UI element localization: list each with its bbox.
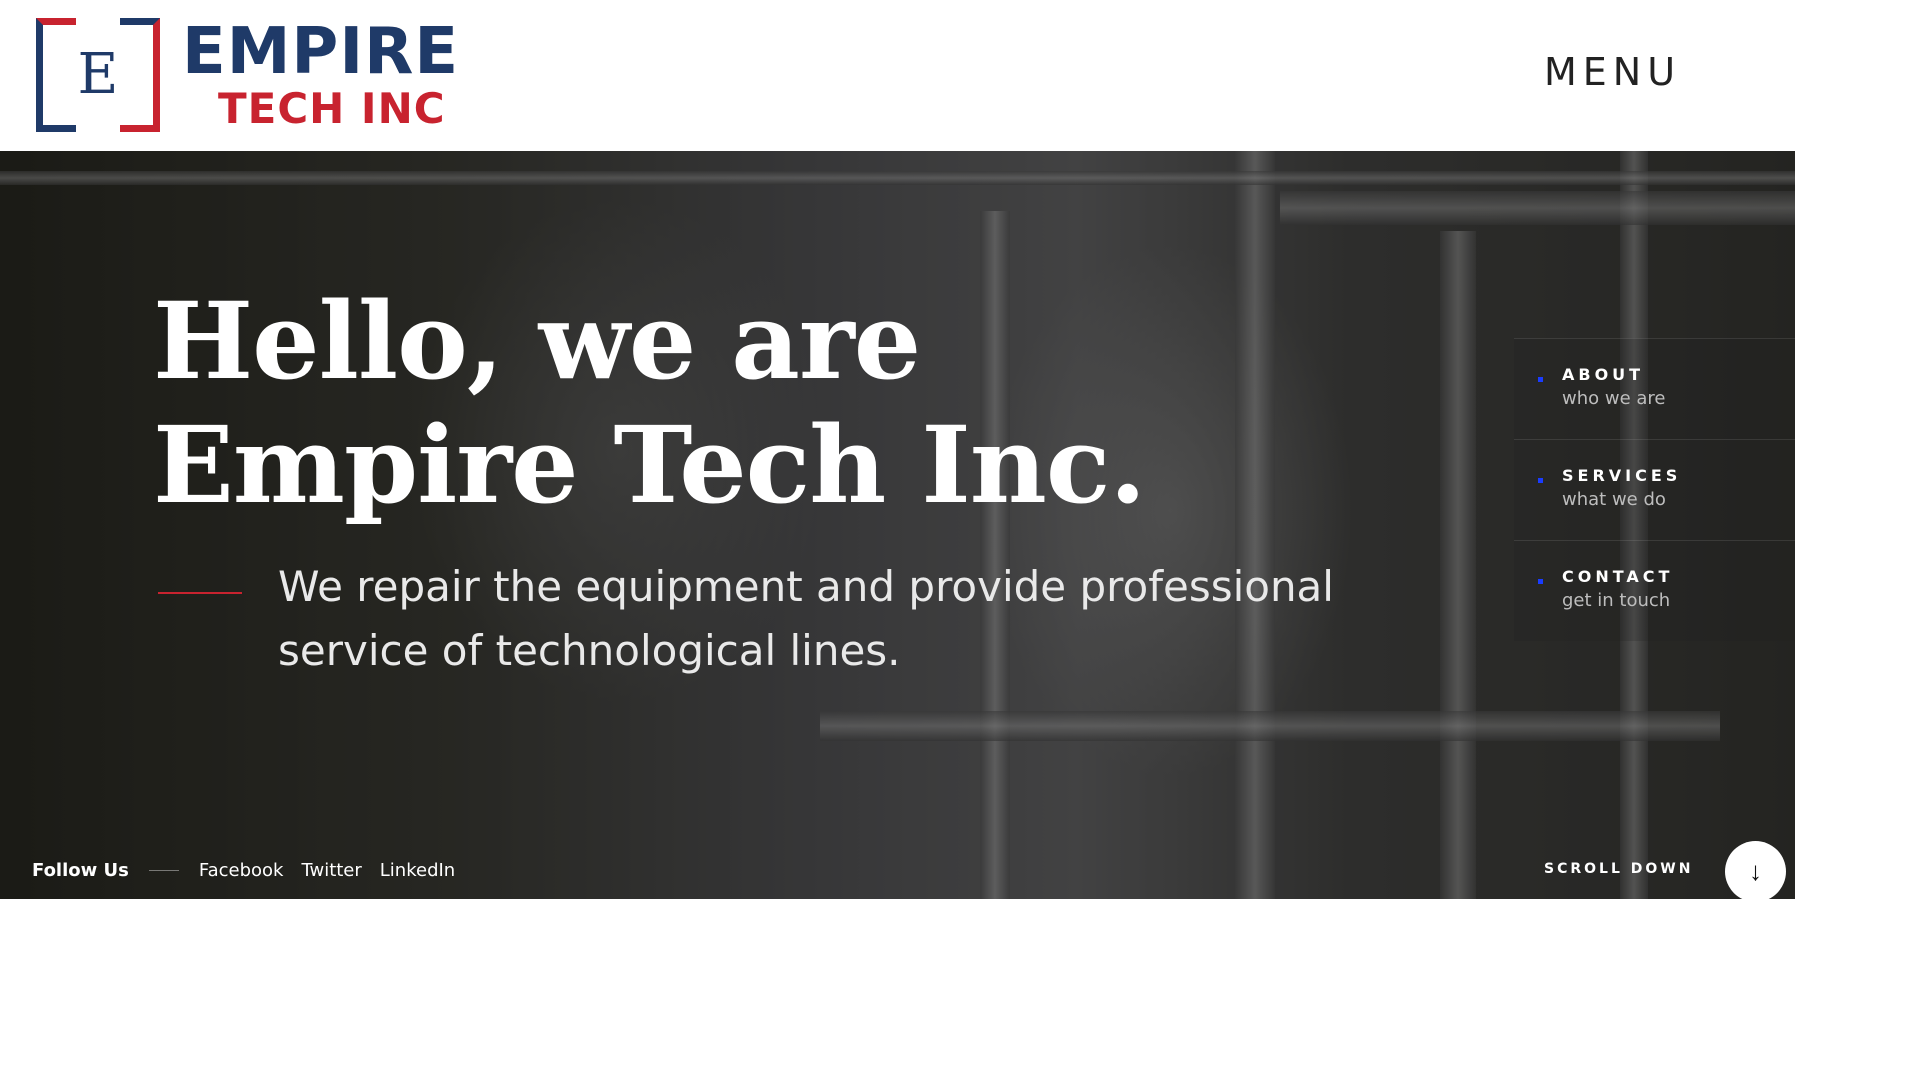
divider bbox=[148, 869, 179, 871]
scroll-down-label[interactable]: SCROLL DOWN bbox=[1544, 861, 1693, 877]
hero-title-line-1: Hello, we are bbox=[153, 278, 921, 403]
follow-us-label: Follow Us bbox=[32, 859, 129, 881]
logo-word-empire: EMPIRE bbox=[182, 15, 460, 89]
logo-word-tech-inc: TECH INC bbox=[218, 84, 446, 133]
bullet-icon bbox=[1538, 478, 1543, 483]
site-header: E EMPIRE TECH INC MENU bbox=[0, 0, 1920, 151]
social-links: Follow Us Facebook Twitter LinkedIn bbox=[32, 855, 473, 885]
side-nav-title: SERVICES bbox=[1562, 466, 1682, 485]
side-nav-title: CONTACT bbox=[1562, 567, 1674, 586]
company-logo[interactable]: E EMPIRE TECH INC bbox=[36, 18, 506, 134]
twitter-link[interactable]: Twitter bbox=[301, 860, 361, 881]
menu-button[interactable]: MENU bbox=[1544, 50, 1681, 94]
logo-mark-letter: E bbox=[77, 42, 119, 107]
hero-section: Hello, we are Empire Tech Inc. We repair… bbox=[0, 151, 1795, 899]
linkedin-link[interactable]: LinkedIn bbox=[380, 860, 455, 881]
facebook-link[interactable]: Facebook bbox=[199, 860, 284, 881]
side-nav: ABOUT who we are SERVICES what we do CON… bbox=[1514, 338, 1795, 641]
side-nav-item-about[interactable]: ABOUT who we are bbox=[1514, 338, 1795, 439]
side-nav-subtitle: get in touch bbox=[1562, 590, 1671, 611]
side-nav-subtitle: who we are bbox=[1562, 388, 1666, 409]
side-nav-subtitle: what we do bbox=[1562, 489, 1666, 510]
hero-title-line-2: Empire Tech Inc. bbox=[153, 402, 1146, 527]
hero-title: Hello, we are Empire Tech Inc. bbox=[153, 278, 1146, 527]
bullet-icon bbox=[1538, 579, 1543, 584]
side-nav-title: ABOUT bbox=[1562, 365, 1645, 384]
side-nav-item-contact[interactable]: CONTACT get in touch bbox=[1514, 540, 1795, 641]
arrow-down-icon[interactable]: ↓ bbox=[1725, 841, 1786, 899]
hero-subtitle: We repair the equipment and provide prof… bbox=[278, 562, 1334, 675]
side-nav-item-services[interactable]: SERVICES what we do bbox=[1514, 439, 1795, 540]
hero-accent-line bbox=[158, 592, 242, 594]
logo-mark-icon: E bbox=[36, 18, 160, 132]
bullet-icon bbox=[1538, 377, 1543, 382]
